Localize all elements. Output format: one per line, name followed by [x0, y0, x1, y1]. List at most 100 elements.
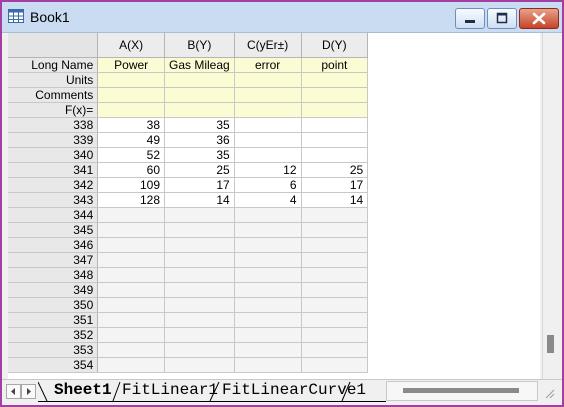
row-number[interactable]: 341 [8, 162, 99, 178]
metadata-cell[interactable] [97, 72, 166, 88]
metadata-cell[interactable] [164, 102, 235, 118]
data-cell[interactable]: 38 [97, 117, 166, 133]
data-cell[interactable] [234, 327, 302, 343]
data-cell[interactable] [301, 327, 369, 343]
metadata-cell[interactable] [234, 102, 302, 118]
data-cell[interactable]: 52 [97, 147, 166, 163]
data-cell[interactable]: 25 [301, 162, 369, 178]
worksheet-grid[interactable]: A(X) B(Y) C(yEr±) D(Y) Long Name Power Gas Mil… [8, 33, 540, 382]
data-cell[interactable] [301, 252, 369, 268]
data-cell[interactable] [234, 282, 302, 298]
metadata-cell[interactable] [164, 87, 235, 103]
data-cell[interactable] [301, 237, 369, 253]
data-cell[interactable] [97, 282, 166, 298]
row-number[interactable]: 347 [8, 252, 99, 268]
metadata-cell[interactable] [234, 72, 302, 88]
metadata-cell[interactable] [164, 72, 235, 88]
minimize-button[interactable] [455, 8, 485, 29]
data-cell[interactable] [97, 252, 166, 268]
data-cell[interactable] [164, 282, 235, 298]
column-header[interactable]: B(Y) [164, 33, 235, 58]
data-cell[interactable] [234, 237, 302, 253]
metadata-cell[interactable] [301, 87, 369, 103]
row-number[interactable]: 343 [8, 192, 99, 208]
data-cell[interactable] [301, 207, 369, 223]
row-number[interactable]: 354 [8, 357, 99, 373]
data-cell[interactable] [97, 237, 166, 253]
data-cell[interactable]: 25 [164, 162, 235, 178]
data-cell[interactable] [301, 297, 369, 313]
data-cell[interactable]: 14 [164, 192, 235, 208]
row-number[interactable]: 351 [8, 312, 99, 328]
metadata-row-label[interactable]: Comments [8, 87, 99, 103]
data-cell[interactable] [234, 132, 302, 148]
data-cell[interactable] [301, 132, 369, 148]
data-cell[interactable] [164, 342, 235, 358]
metadata-cell[interactable] [97, 102, 166, 118]
column-header[interactable]: C(yEr±) [234, 33, 302, 58]
select-all-corner[interactable] [8, 33, 99, 58]
data-cell[interactable] [97, 267, 166, 283]
tab-prev-button[interactable] [6, 384, 21, 399]
data-cell[interactable] [301, 357, 369, 373]
metadata-cell[interactable] [301, 102, 369, 118]
data-cell[interactable]: 4 [234, 192, 302, 208]
sheet-tab[interactable]: FitLinearCurve1 [222, 380, 366, 400]
data-cell[interactable] [164, 222, 235, 238]
data-cell[interactable] [164, 267, 235, 283]
data-cell[interactable] [97, 222, 166, 238]
metadata-cell[interactable] [234, 87, 302, 103]
data-cell[interactable]: 17 [164, 177, 235, 193]
row-number[interactable]: 344 [8, 207, 99, 223]
data-cell[interactable] [97, 342, 166, 358]
row-number[interactable]: 340 [8, 147, 99, 163]
row-number[interactable]: 349 [8, 282, 99, 298]
resize-grip-icon[interactable] [542, 386, 556, 400]
data-cell[interactable]: 17 [301, 177, 369, 193]
data-cell[interactable] [97, 297, 166, 313]
data-cell[interactable]: 60 [97, 162, 166, 178]
data-cell[interactable]: 6 [234, 177, 302, 193]
row-number[interactable]: 350 [8, 297, 99, 313]
data-cell[interactable] [234, 147, 302, 163]
metadata-cell[interactable]: Gas Mileag [164, 57, 235, 73]
tab-next-button[interactable] [21, 384, 36, 399]
row-number[interactable]: 339 [8, 132, 99, 148]
row-number[interactable]: 338 [8, 117, 99, 133]
data-cell[interactable]: 35 [164, 117, 235, 133]
vertical-scroll-thumb[interactable] [547, 335, 554, 353]
metadata-cell[interactable]: Power [97, 57, 166, 73]
column-header[interactable]: D(Y) [301, 33, 369, 58]
data-cell[interactable] [164, 327, 235, 343]
data-cell[interactable]: 49 [97, 132, 166, 148]
row-number[interactable]: 352 [8, 327, 99, 343]
data-cell[interactable] [234, 342, 302, 358]
data-cell[interactable] [234, 222, 302, 238]
close-button[interactable] [519, 8, 559, 29]
data-cell[interactable] [234, 252, 302, 268]
data-cell[interactable] [97, 327, 166, 343]
row-number[interactable]: 345 [8, 222, 99, 238]
row-number[interactable]: 348 [8, 267, 99, 283]
metadata-cell[interactable] [301, 72, 369, 88]
title-bar[interactable]: Book1 [2, 2, 562, 33]
data-cell[interactable] [164, 357, 235, 373]
data-cell[interactable] [234, 357, 302, 373]
data-cell[interactable]: 36 [164, 132, 235, 148]
horizontal-scroll-thumb[interactable] [403, 388, 519, 393]
data-cell[interactable] [301, 117, 369, 133]
data-cell[interactable] [301, 342, 369, 358]
metadata-row-label[interactable]: F(x)= [8, 102, 99, 118]
data-cell[interactable] [234, 267, 302, 283]
data-cell[interactable] [234, 312, 302, 328]
data-cell[interactable]: 35 [164, 147, 235, 163]
row-number[interactable]: 353 [8, 342, 99, 358]
metadata-cell[interactable]: point [301, 57, 369, 73]
data-cell[interactable] [97, 207, 166, 223]
sheet-tab[interactable]: Sheet1 [54, 380, 112, 400]
data-cell[interactable] [164, 312, 235, 328]
data-cell[interactable] [301, 267, 369, 283]
data-cell[interactable] [164, 207, 235, 223]
data-cell[interactable] [234, 117, 302, 133]
data-cell[interactable] [301, 222, 369, 238]
